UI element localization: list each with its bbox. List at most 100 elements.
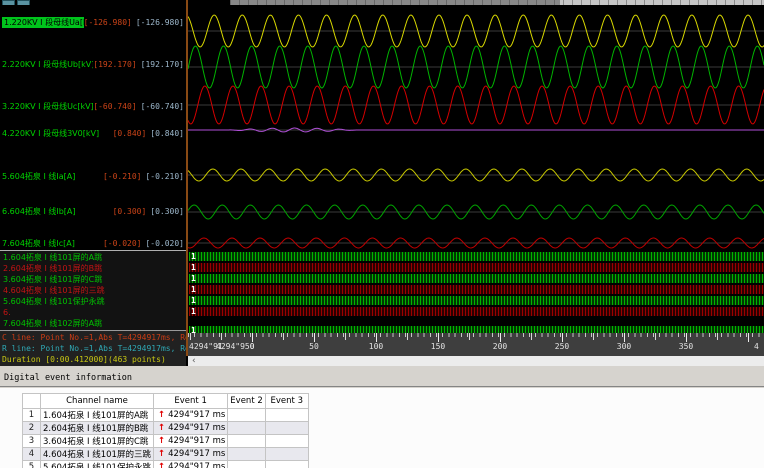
digital-event-table: Channel name Event 1 Event 2 Event 3 1 1… — [22, 393, 309, 468]
event-table-row[interactable]: 1 1.604拓泉 I 线101屏的A跳 ↑ 4294"917 ms — [22, 408, 309, 422]
digital-state-value: 1 — [191, 263, 196, 272]
ref-cursor-value: [-60.740] — [140, 102, 184, 111]
event-time: 4294"917 ms — [168, 449, 226, 459]
digital-state-value: 1 — [191, 285, 196, 294]
horizontal-scrollbar[interactable]: ‹ — [188, 356, 764, 366]
digital-channel-row-5[interactable]: 5.604拓泉 I 线101保护永跳 — [3, 297, 183, 307]
trip-rising-arrow-icon: ↑ — [157, 449, 166, 459]
event-table-row[interactable]: 3 3.604拓泉 I 线101屏的C跳 ↑ 4294"917 ms — [22, 434, 309, 448]
event-time: 4294"917 ms — [168, 423, 226, 433]
digital-state-value: 1 — [191, 252, 196, 261]
digital-channel-row-2[interactable]: 2.604拓泉 I 线101屏的B跳 — [3, 264, 183, 274]
digital-event-panel: Digital event information Channel name E… — [0, 366, 764, 468]
analog-channel-row-7[interactable]: 7.604拓泉 I 线Ic[A] [-0.020] [-0.020] — [2, 238, 184, 249]
digital-channel-row-7[interactable]: 7.604拓泉 I 线102屏的A跳 — [3, 319, 183, 329]
analog-channel-row-4[interactable]: 4.220KV I 段母线3V0[kV] [0.840] [0.840] — [2, 128, 184, 139]
trip-rising-arrow-icon: ↑ — [157, 423, 166, 433]
axis-tick-label: 150 — [430, 342, 446, 351]
c-line-cursor-status: C line: Point No.=1,Abs T=4294917ms, Rel… — [2, 333, 186, 342]
analog-channel-row-6[interactable]: 6.604拓泉 I 线Ib[A] [0.300] [0.300] — [2, 206, 184, 217]
trip-rising-arrow-icon: ↑ — [157, 436, 166, 446]
axis-tick-label: 4 — [754, 342, 759, 351]
digital-channel-row-4[interactable]: 4.604拓泉 I 线101屏的三跳 — [3, 286, 183, 296]
time-axis-ruler[interactable]: 4294"91 4294"950 0 50 100 150 200 250 30… — [188, 333, 764, 356]
analog-channel-row-3[interactable]: 3.220KV I 段母线Uc[kV] [-60.740] [-60.740] — [2, 101, 184, 112]
digital-state-value: 1 — [191, 274, 196, 283]
digital-trace-1[interactable]: 1 — [189, 252, 764, 261]
analog-channel-label: 1.220KV I 段母线Ua[kV] — [2, 17, 84, 28]
header-event2: Event 2 — [227, 393, 266, 409]
axis-tick-label: 0 — [249, 342, 255, 351]
digital-state-value: 1 — [191, 307, 196, 316]
axis-tick-label: 200 — [492, 342, 508, 351]
ref-cursor-value: [192.170] — [140, 60, 184, 69]
cursor-value: [0.300] — [112, 207, 147, 216]
event-channel-name: 4.604拓泉 I 线101屏的三跳 — [40, 447, 154, 461]
axis-tick-label: 50 — [309, 342, 319, 351]
analog-channel-row-2[interactable]: 2.220KV I 段母线Ub[kV] [192.170] [192.170] — [2, 59, 184, 70]
event-channel-name: 1.604拓泉 I 线101屏的A跳 — [40, 408, 154, 422]
cursor-value: [-60.740] — [93, 102, 137, 111]
analog-channel-label: 5.604拓泉 I 线Ia[A] — [2, 172, 76, 181]
digital-state-value: 1 — [191, 296, 196, 305]
scroll-left-arrow-icon[interactable]: ‹ — [192, 356, 196, 366]
cursor-status-panel: C line: Point No.=1,Abs T=4294917ms, Rel… — [0, 330, 186, 366]
event-channel-name: 3.604拓泉 I 线101屏的C跳 — [40, 434, 154, 448]
digital-channel-row-6[interactable]: 6. — [3, 308, 183, 318]
header-channel-name: Channel name — [40, 393, 154, 409]
digital-trace-7[interactable]: 1 — [189, 326, 764, 333]
digital-trace-4[interactable]: 1 — [189, 285, 764, 294]
duration-status: Duration [0:00.412000](463 points) — [2, 355, 166, 364]
analog-channel-row-5[interactable]: 5.604拓泉 I 线Ia[A] [-0.210] [-0.210] — [2, 171, 184, 182]
analog-channel-label: 6.604拓泉 I 线Ib[A] — [2, 207, 76, 216]
event-table-row[interactable]: 4 4.604拓泉 I 线101屏的三跳 ↑ 4294"917 ms — [22, 447, 309, 461]
event-channel-name: 5.604拓泉 I 线101保护永跳 — [40, 460, 154, 468]
channel-label-panel: 1.220KV I 段母线Ua[kV][-126.980][-126.980] … — [0, 5, 186, 366]
medium-ticks — [190, 333, 764, 340]
digital-channel-row-3[interactable]: 3.604拓泉 I 线101屏的C跳 — [3, 275, 183, 285]
cursor-value: [192.170] — [93, 60, 137, 69]
digital-state-value: 1 — [191, 326, 196, 333]
digital-event-panel-title: Digital event information — [4, 373, 132, 383]
analog-channel-row-1[interactable]: 1.220KV I 段母线Ua[kV][-126.980][-126.980] — [2, 17, 184, 28]
cursor-value: [0.840] — [112, 129, 147, 138]
event-time: 4294"917 ms — [168, 410, 226, 420]
r-line-cursor-status: R line: Point No.=1,Abs T=4294917ms, Rel… — [2, 344, 186, 353]
analog-channel-label: 2.220KV I 段母线Ub[kV] — [2, 60, 94, 69]
ref-cursor-value: [-0.210] — [145, 172, 184, 181]
event-table-header-row: Channel name Event 1 Event 2 Event 3 — [22, 393, 309, 409]
ref-cursor-value: [-126.980] — [135, 18, 184, 27]
event-time: 4294"917 ms — [168, 436, 226, 446]
event-table-row[interactable]: 2 2.604拓泉 I 线101屏的B跳 ↑ 4294"917 ms — [22, 421, 309, 435]
ref-cursor-value: [0.300] — [150, 207, 184, 216]
header-event1: Event 1 — [152, 393, 229, 409]
axis-tick-label: 300 — [616, 342, 632, 351]
ref-cursor-value: [0.840] — [150, 129, 184, 138]
ref-cursor-value: [-0.020] — [145, 239, 184, 248]
event-channel-name: 2.604拓泉 I 线101屏的B跳 — [40, 421, 154, 435]
analog-waveform-svg — [188, 14, 764, 249]
axis-tick-label: 250 — [554, 342, 570, 351]
digital-trace-3[interactable]: 1 — [189, 274, 764, 283]
event-table-area: Channel name Event 1 Event 2 Event 3 1 1… — [0, 388, 764, 468]
axis-tick-label: 350 — [678, 342, 694, 351]
axis-tick-label: 100 — [368, 342, 384, 351]
waveform-plot-area[interactable]: 1 1 1 1 1 1 1 — [188, 5, 764, 333]
digital-trace-2[interactable]: 1 — [189, 263, 764, 272]
digital-channel-label-block: 1.604拓泉 I 线101屏的A跳 2.604拓泉 I 线101屏的B跳 3.… — [0, 250, 186, 331]
digital-channel-row-1[interactable]: 1.604拓泉 I 线101屏的A跳 — [3, 253, 183, 263]
cursor-value: [-0.210] — [102, 172, 142, 181]
trip-rising-arrow-icon: ↑ — [157, 462, 166, 468]
trip-rising-arrow-icon: ↑ — [157, 410, 166, 420]
header-event3: Event 3 — [264, 393, 309, 409]
fault-recorder-analyzer-window: 1.220KV I 段母线Ua[kV][-126.980][-126.980] … — [0, 0, 764, 468]
header-num — [22, 393, 41, 409]
cursor-value: [-0.020] — [102, 239, 142, 248]
digital-trace-5[interactable]: 1 — [189, 296, 764, 305]
analog-channel-label: 4.220KV I 段母线3V0[kV] — [2, 129, 100, 138]
digital-trace-6[interactable]: 1 — [189, 307, 764, 316]
waveform-viewer: 1.220KV I 段母线Ua[kV][-126.980][-126.980] … — [0, 0, 764, 366]
event-table-row[interactable]: 5 5.604拓泉 I 线101保护永跳 ↑ 4294"917 ms — [22, 460, 309, 468]
analog-channel-label: 3.220KV I 段母线Uc[kV] — [2, 102, 94, 111]
analog-channel-label: 7.604拓泉 I 线Ic[A] — [2, 239, 75, 248]
